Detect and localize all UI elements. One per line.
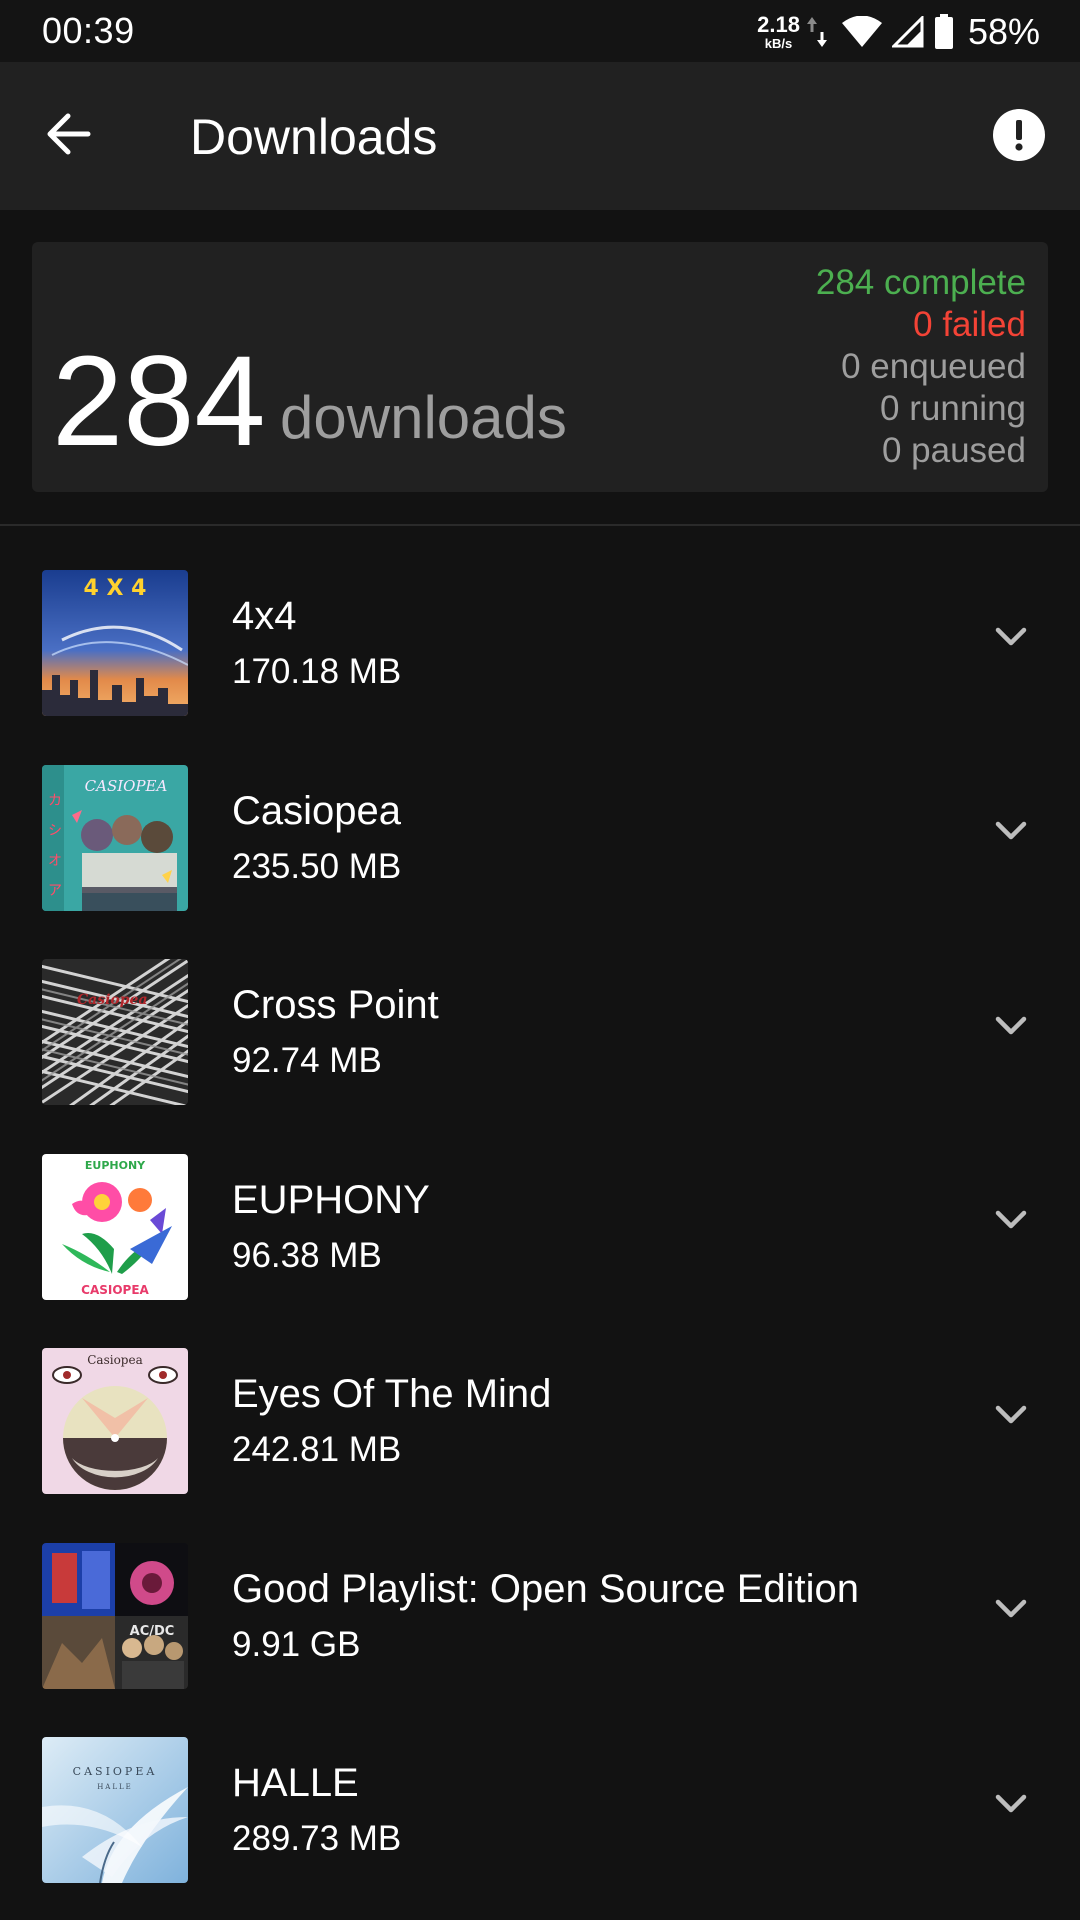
chevron-down-icon [995, 1210, 1027, 1235]
battery-icon [934, 14, 954, 50]
failed-count: 0 failed [913, 305, 1026, 344]
status-time: 00:39 [42, 10, 135, 51]
svg-text:CASIOPEA: CASIOPEA [81, 1283, 149, 1297]
download-title: Good Playlist: Open Source Edition [232, 1566, 860, 1611]
enqueued-count: 0 enqueued [841, 347, 1026, 386]
download-list: 4 X 4 4x4 170.18 MB カ シ オ ア CASIOPEA Cas… [0, 554, 1080, 1916]
expand-button[interactable] [984, 612, 1038, 666]
download-status-breakdown: 284 complete 0 failed 0 enqueued 0 runni… [816, 262, 1026, 472]
chevron-down-icon [995, 821, 1027, 846]
data-transfer-icon [806, 15, 828, 49]
download-title: Cross Point [232, 983, 439, 1027]
list-item[interactable]: Casiopea Cross Point 92.74 MB [0, 943, 1080, 1138]
info-alert-button[interactable] [992, 108, 1046, 166]
download-size: 92.74 MB [232, 1041, 382, 1080]
net-speed-unit: kB/s [764, 36, 793, 51]
svg-text:シ: シ [48, 823, 62, 839]
battery-percent: 58% [967, 11, 1040, 52]
chevron-down-icon [995, 627, 1027, 652]
net-speed: 2.18 kB/s [757, 12, 800, 51]
running-count: 0 running [880, 389, 1026, 428]
status-icons: 2.18 kB/s 58% [757, 10, 1040, 54]
album-cover: EUPHONY CASIOPEA [42, 1153, 188, 1300]
chevron-down-icon [995, 1794, 1027, 1819]
expand-button[interactable] [984, 1001, 1038, 1055]
download-size: 242.81 MB [232, 1430, 402, 1469]
svg-text:Casiopea: Casiopea [77, 992, 148, 1008]
expand-button[interactable] [984, 1196, 1038, 1250]
album-cover: Casiopea [42, 1348, 188, 1494]
wifi-icon [841, 16, 882, 48]
download-title: EUPHONY [232, 1177, 430, 1222]
app-bar: Downloads [0, 62, 1080, 210]
list-item[interactable]: Casiopea Eyes Of The Mind 242.81 MB [0, 1332, 1080, 1527]
download-size: 235.50 MB [232, 846, 402, 886]
total-download-label: downloads [280, 384, 567, 451]
list-item[interactable]: AC/DC Good Playlist: Open Source Edition… [0, 1527, 1080, 1722]
download-title: Eyes Of The Mind [232, 1372, 552, 1416]
list-item[interactable]: EUPHONY CASIOPEA EUPHONY 96.38 MB [0, 1138, 1080, 1333]
list-item[interactable]: CASIOPEA HALLE HALLE 289.73 MB [0, 1721, 1080, 1916]
page-title: Downloads [190, 109, 438, 165]
download-title: HALLE [232, 1761, 359, 1805]
download-title: 4x4 [232, 594, 297, 638]
arrow-back-icon [44, 112, 92, 161]
cover-text: 4 X 4 [84, 576, 147, 601]
alert-circle-icon [993, 108, 1045, 166]
download-size: 289.73 MB [232, 1819, 402, 1858]
total-download-count: 284 [52, 330, 266, 473]
album-cover: カ シ オ ア CASIOPEA [42, 764, 188, 911]
cover-text: CASIOPEA [73, 1765, 158, 1778]
cell-signal-icon [891, 16, 924, 48]
download-summary-card: 284 downloads 284 complete 0 failed 0 en… [32, 242, 1048, 492]
expand-button[interactable] [984, 1390, 1038, 1444]
back-button[interactable] [42, 110, 94, 162]
download-size: 96.38 MB [232, 1235, 382, 1275]
divider [0, 524, 1080, 526]
paused-count: 0 paused [881, 431, 1026, 470]
chevron-down-icon [995, 1599, 1027, 1624]
svg-text:HALLE: HALLE [97, 1783, 133, 1791]
album-cover: Casiopea [42, 959, 188, 1105]
album-cover: AC/DC [42, 1542, 188, 1689]
net-speed-value: 2.18 [757, 12, 800, 37]
expand-button[interactable] [984, 1779, 1038, 1833]
status-bar: 00:39 2.18 kB/s 58% [0, 0, 1080, 62]
album-cover: CASIOPEA HALLE [42, 1737, 188, 1883]
download-size: 9.91 GB [232, 1624, 361, 1664]
list-item[interactable]: カ シ オ ア CASIOPEA Casiopea 235.50 MB [0, 749, 1080, 944]
expand-button[interactable] [984, 1585, 1038, 1639]
chevron-down-icon [995, 1016, 1027, 1041]
list-item[interactable]: 4 X 4 4x4 170.18 MB [0, 554, 1080, 749]
svg-text:オ: オ [48, 853, 62, 869]
svg-text:カ: カ [48, 793, 62, 809]
complete-count: 284 complete [815, 263, 1026, 302]
download-size: 170.18 MB [232, 652, 402, 691]
album-cover: 4 X 4 [42, 570, 188, 716]
chevron-down-icon [995, 1405, 1027, 1430]
download-title: Casiopea [232, 788, 402, 833]
expand-button[interactable] [984, 807, 1038, 861]
cover-text: Casiopea [87, 1353, 143, 1367]
svg-text:ア: ア [48, 883, 62, 899]
cover-text: CASIOPEA [85, 777, 168, 795]
cover-text: EUPHONY [85, 1159, 146, 1172]
svg-text:AC/DC: AC/DC [130, 1624, 175, 1639]
